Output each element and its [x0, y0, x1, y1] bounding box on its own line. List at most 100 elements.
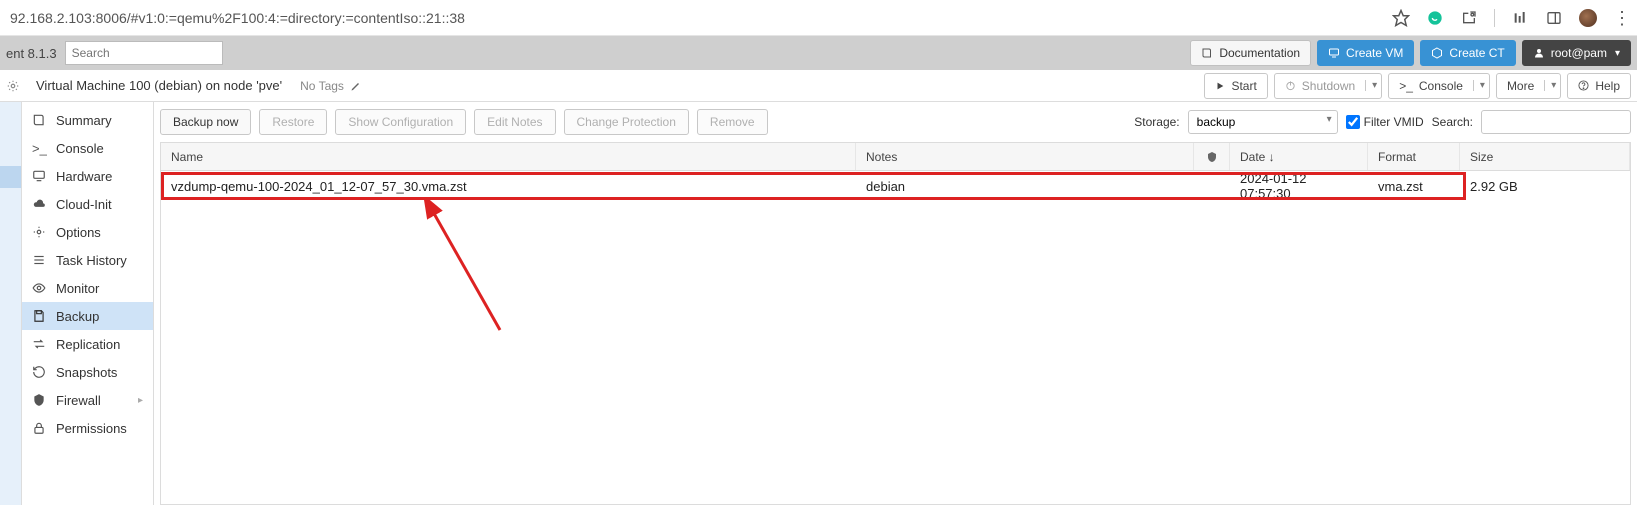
start-button[interactable]: Start [1204, 73, 1267, 99]
book-icon [1201, 47, 1213, 59]
gear-icon[interactable] [6, 79, 28, 93]
monitor-icon [32, 169, 48, 183]
sidebar-item-label: Summary [56, 113, 112, 128]
separator [1494, 9, 1495, 27]
col-size[interactable]: Size [1460, 143, 1630, 170]
grammarly-icon[interactable] [1426, 9, 1444, 27]
help-button[interactable]: Help [1567, 73, 1631, 99]
edit-notes-button[interactable]: Edit Notes [474, 109, 555, 135]
filter-vmid-input[interactable] [1346, 115, 1360, 129]
sidebar-item-replication[interactable]: Replication [22, 330, 153, 358]
sidebar-item-label: Hardware [56, 169, 112, 184]
vm-title: Virtual Machine 100 (debian) on node 'pv… [28, 78, 282, 93]
app-topbar: ent 8.1.3 Documentation Create VM Create… [0, 36, 1637, 70]
documentation-label: Documentation [1219, 46, 1300, 60]
terminal-icon: >_ [1399, 79, 1413, 93]
sidebar-item-backup[interactable]: Backup [22, 302, 153, 330]
pencil-icon[interactable] [350, 80, 362, 92]
sidebar-item-permissions[interactable]: Permissions [22, 414, 153, 442]
browser-menu-icon[interactable]: ⋮ [1613, 9, 1631, 27]
search-label: Search: [1432, 115, 1473, 129]
filter-vmid-checkbox[interactable]: Filter VMID [1346, 115, 1424, 129]
play-icon [1215, 81, 1225, 91]
chevron-down-icon[interactable]: ▾ [1544, 80, 1556, 91]
sidebar-item-label: Replication [56, 337, 120, 352]
monitor-icon [1328, 47, 1340, 59]
sidebar-item-console[interactable]: >_ Console [22, 134, 153, 162]
vm-sidebar: Summary >_ Console Hardware Cloud-Init O… [22, 102, 154, 505]
main-panel: Backup now Restore Show Configuration Ed… [154, 102, 1637, 505]
chevron-down-icon: ▾ [1615, 48, 1620, 59]
summary-icon [32, 113, 48, 127]
grid-search-input[interactable] [1481, 110, 1631, 134]
remove-button[interactable]: Remove [697, 109, 768, 135]
more-button[interactable]: More ▾ [1496, 73, 1561, 99]
col-notes[interactable]: Notes [856, 143, 1194, 170]
chevron-down-icon[interactable]: ▾ [1365, 80, 1377, 91]
sidebar-item-snapshots[interactable]: Snapshots [22, 358, 153, 386]
storage-select[interactable] [1188, 110, 1338, 134]
extensions-icon[interactable] [1460, 9, 1478, 27]
restore-button[interactable]: Restore [259, 109, 327, 135]
sidebar-item-hardware[interactable]: Hardware [22, 162, 153, 190]
create-vm-label: Create VM [1346, 46, 1403, 60]
browser-url[interactable]: 92.168.2.103:8006/#v1:0:=qemu%2F100:4:=d… [6, 10, 1392, 26]
storage-select-input[interactable] [1188, 110, 1338, 134]
sidebar-item-label: Task History [56, 253, 127, 268]
music-icon[interactable] [1511, 9, 1529, 27]
create-vm-button[interactable]: Create VM [1317, 40, 1414, 66]
console-label: Console [1419, 79, 1463, 93]
sidebar-item-options[interactable]: Options [22, 218, 153, 246]
help-label: Help [1595, 79, 1620, 93]
sidebar-item-label: Console [56, 141, 104, 156]
show-config-button[interactable]: Show Configuration [335, 109, 466, 135]
panel-icon[interactable] [1545, 9, 1563, 27]
save-icon [32, 309, 48, 323]
backup-toolbar: Backup now Restore Show Configuration Ed… [160, 106, 1631, 138]
shutdown-button[interactable]: Shutdown ▾ [1274, 73, 1382, 99]
eye-icon [32, 281, 48, 295]
sidebar-item-label: Firewall [56, 393, 101, 408]
grid-header: Name Notes Date ↓ Format Size [161, 143, 1630, 171]
col-protection[interactable] [1194, 143, 1230, 170]
backup-now-button[interactable]: Backup now [160, 109, 251, 135]
sidebar-item-label: Cloud-Init [56, 197, 112, 212]
col-name[interactable]: Name [161, 143, 856, 170]
sidebar-item-cloudinit[interactable]: Cloud-Init [22, 190, 153, 218]
help-icon [1578, 80, 1589, 91]
storage-label: Storage: [1134, 115, 1179, 129]
shutdown-label: Shutdown [1302, 79, 1355, 93]
user-icon [1533, 47, 1545, 59]
sidebar-item-summary[interactable]: Summary [22, 106, 153, 134]
chevron-down-icon[interactable]: ▾ [1473, 80, 1485, 91]
sidebar-item-taskhistory[interactable]: Task History [22, 246, 153, 274]
cell-date: 2024-01-12 07:57:30 [1230, 171, 1368, 201]
tags-area[interactable]: No Tags [300, 79, 362, 93]
sidebar-item-label: Backup [56, 309, 99, 324]
console-button[interactable]: >_ Console ▾ [1388, 73, 1490, 99]
col-date[interactable]: Date ↓ [1230, 143, 1368, 170]
sidebar-item-label: Permissions [56, 421, 127, 436]
cell-name: vzdump-qemu-100-2024_01_12-07_57_30.vma.… [161, 179, 856, 194]
user-menu-button[interactable]: root@pam ▾ [1522, 40, 1631, 66]
sidebar-item-label: Options [56, 225, 101, 240]
sidebar-item-monitor[interactable]: Monitor [22, 274, 153, 302]
filter-vmid-label: Filter VMID [1364, 115, 1424, 129]
more-label: More [1507, 79, 1534, 93]
vm-header-bar: Virtual Machine 100 (debian) on node 'pv… [0, 70, 1637, 102]
cell-notes: debian [856, 179, 1194, 194]
create-ct-button[interactable]: Create CT [1420, 40, 1515, 66]
profile-avatar-icon[interactable] [1579, 9, 1597, 27]
change-protection-button[interactable]: Change Protection [564, 109, 689, 135]
table-row[interactable]: vzdump-qemu-100-2024_01_12-07_57_30.vma.… [161, 171, 1630, 201]
global-search-input[interactable] [65, 41, 223, 65]
bookmark-star-icon[interactable] [1392, 9, 1410, 27]
lock-icon [32, 421, 48, 435]
no-tags-label: No Tags [300, 79, 344, 93]
col-format[interactable]: Format [1368, 143, 1460, 170]
documentation-button[interactable]: Documentation [1190, 40, 1311, 66]
sidebar-item-label: Monitor [56, 281, 99, 296]
cell-format: vma.zst [1368, 179, 1460, 194]
sidebar-item-firewall[interactable]: Firewall ▸ [22, 386, 153, 414]
sync-icon [32, 337, 48, 351]
